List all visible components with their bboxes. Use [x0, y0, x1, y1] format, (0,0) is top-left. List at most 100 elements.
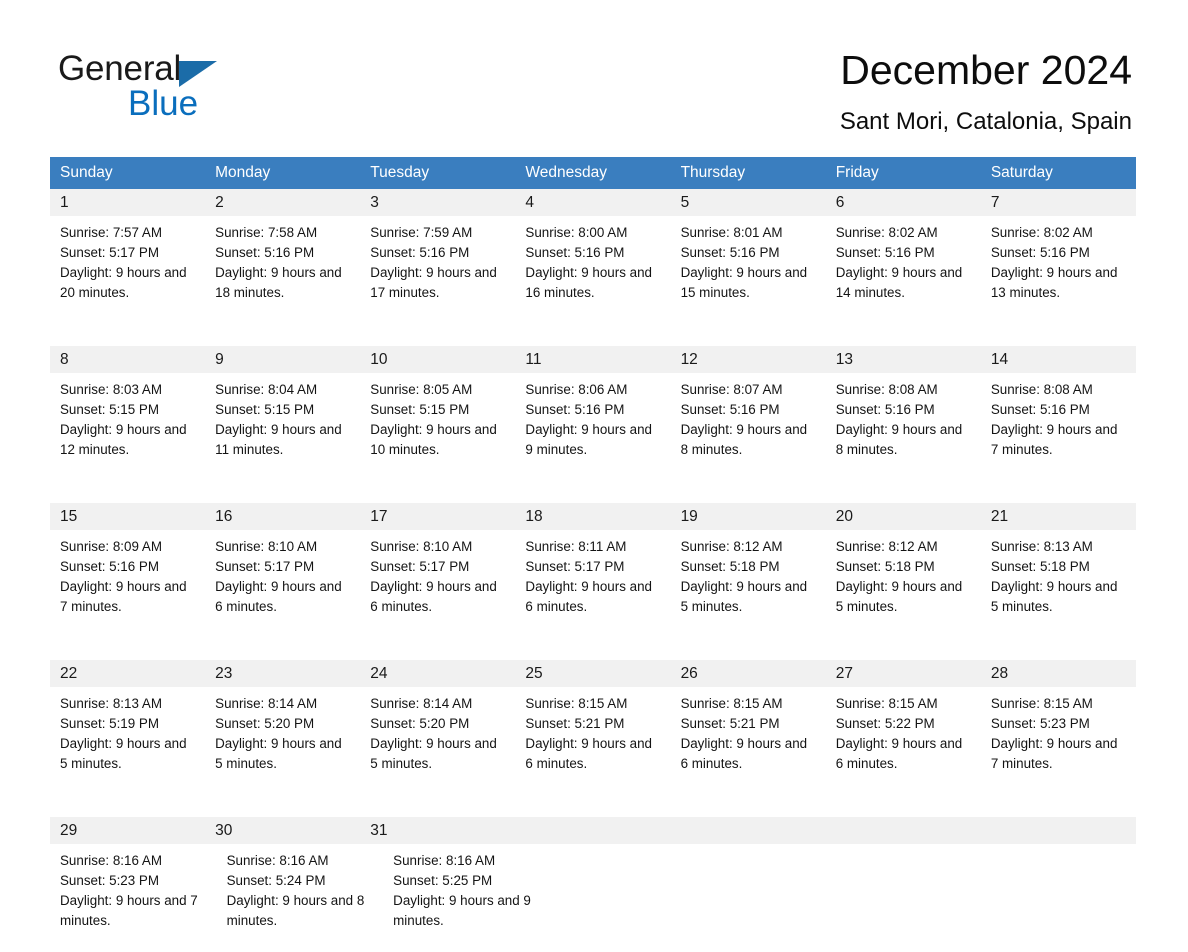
daylight-text: Daylight: 9 hours and 10 minutes. [370, 422, 497, 457]
day-number-11[interactable]: 11 [515, 346, 670, 373]
calendar-week-row: 29 30 31 Sunrise: 8:16 AM Sunset: 5:23 PM Day… [50, 817, 1136, 952]
day-number-26[interactable]: 26 [671, 660, 826, 687]
daylight-text: Daylight: 9 hours and 8 minutes. [835, 422, 963, 457]
sunrise-text: Sunrise: 8:05 AM [370, 382, 473, 397]
sunset-text: Sunset: 5:17 PM [60, 245, 159, 260]
weekday-header-wednesday: Wednesday [525, 164, 607, 181]
day-number-20[interactable]: 20 [826, 503, 981, 530]
day-cell-26[interactable]: Sunrise: 8:15 AM Sunset: 5:21 PM Daylight:… [671, 687, 826, 795]
day-number-empty [515, 817, 670, 844]
day-number-22[interactable]: 22 [50, 660, 205, 687]
day-cell-10[interactable]: Sunrise: 8:05 AM Sunset: 5:15 PM Daylight:… [360, 373, 515, 481]
calendar-table: Sunday Monday Tuesday Wednesday Thursday Frid… [50, 157, 1136, 952]
sunrise-text: Sunrise: 8:16 AM [226, 853, 329, 868]
day-cell-20[interactable]: Sunrise: 8:12 AM Sunset: 5:18 PM Daylight:… [826, 530, 981, 638]
day-number-12[interactable]: 12 [671, 346, 826, 373]
sunrise-text: Sunrise: 8:10 AM [370, 539, 473, 554]
sunset-text: Sunset: 5:25 PM [393, 873, 493, 888]
generalblue-logo[interactable]: General Blue [58, 50, 358, 130]
daylight-text: Daylight: 9 hours and 14 minutes. [835, 265, 963, 300]
day-cell-19[interactable]: Sunrise: 8:12 AM Sunset: 5:18 PM Daylight:… [671, 530, 826, 638]
day-cell-16[interactable]: Sunrise: 8:10 AM Sunset: 5:17 PM Daylight:… [205, 530, 360, 638]
daylight-text: Daylight: 9 hours and 7 minutes. [990, 736, 1118, 771]
sunrise-text: Sunrise: 8:03 AM [60, 382, 162, 397]
day-number-23[interactable]: 23 [205, 660, 360, 687]
day-number-25[interactable]: 25 [515, 660, 670, 687]
day-number-16[interactable]: 16 [205, 503, 360, 530]
sunset-text: Sunset: 5:24 PM [226, 873, 326, 888]
day-cell-15[interactable]: Sunrise: 8:09 AM Sunset: 5:16 PM Daylight:… [50, 530, 205, 638]
daylight-text: Daylight: 9 hours and 6 minutes. [835, 736, 963, 771]
day-number-8[interactable]: 8 [50, 346, 205, 373]
day-cell-3[interactable]: Sunrise: 7:59 AM Sunset: 5:16 PM Daylight:… [360, 216, 515, 324]
day-cell-29[interactable]: Sunrise: 8:16 AM Sunset: 5:23 PM Daylight:… [50, 844, 217, 952]
sunrise-text: Sunrise: 8:11 AM [525, 539, 627, 554]
daylight-text: Daylight: 9 hours and 5 minutes. [680, 579, 808, 614]
sunrise-text: Sunrise: 8:14 AM [370, 696, 473, 711]
sunset-text: Sunset: 5:21 PM [525, 716, 625, 731]
day-number-5[interactable]: 5 [671, 189, 826, 216]
day-cell-24[interactable]: Sunrise: 8:14 AM Sunset: 5:20 PM Daylight:… [360, 687, 515, 795]
day-number-28[interactable]: 28 [981, 660, 1136, 687]
day-cell-2[interactable]: Sunrise: 7:58 AM Sunset: 5:16 PM Daylight:… [205, 216, 360, 324]
day-number-19[interactable]: 19 [671, 503, 826, 530]
day-cell-31[interactable]: Sunrise: 8:16 AM Sunset: 5:25 PM Daylight:… [383, 844, 550, 952]
day-cell-17[interactable]: Sunrise: 8:10 AM Sunset: 5:17 PM Daylight:… [360, 530, 515, 638]
day-cell-21[interactable]: Sunrise: 8:13 AM Sunset: 5:18 PM Daylight:… [981, 530, 1136, 638]
day-number-17[interactable]: 17 [360, 503, 515, 530]
day-info-row: Sunrise: 8:09 AM Sunset: 5:16 PM Daylight:… [50, 530, 1136, 638]
daylight-text: Daylight: 9 hours and 7 minutes. [60, 893, 198, 928]
day-cell-8[interactable]: Sunrise: 8:03 AM Sunset: 5:15 PM Daylight:… [50, 373, 205, 481]
day-number-3[interactable]: 3 [360, 189, 515, 216]
day-number-2[interactable]: 2 [205, 189, 360, 216]
calendar-week-row: 8 9 10 11 12 13 14 Sunrise: 8:03 AM Sunset: 5:15… [50, 346, 1136, 481]
daylight-text: Daylight: 9 hours and 13 minutes. [990, 265, 1118, 300]
day-number-1[interactable]: 1 [50, 189, 205, 216]
day-number-21[interactable]: 21 [981, 503, 1136, 530]
day-cell-7[interactable]: Sunrise: 8:02 AM Sunset: 5:16 PM Daylight:… [981, 216, 1136, 324]
day-number-18[interactable]: 18 [515, 503, 670, 530]
day-cell-14[interactable]: Sunrise: 8:08 AM Sunset: 5:16 PM Daylight:… [981, 373, 1136, 481]
day-cell-30[interactable]: Sunrise: 8:16 AM Sunset: 5:24 PM Daylight:… [217, 844, 384, 952]
day-cell-13[interactable]: Sunrise: 8:08 AM Sunset: 5:16 PM Daylight:… [826, 373, 981, 481]
sunset-text: Sunset: 5:16 PM [835, 245, 935, 260]
daylight-text: Daylight: 9 hours and 16 minutes. [525, 265, 652, 300]
calendar-week-row: 22 23 24 25 26 27 28 Sunrise: 8:13 AM Sunset: 5:… [50, 660, 1136, 795]
day-cell-12[interactable]: Sunrise: 8:07 AM Sunset: 5:16 PM Daylight:… [671, 373, 826, 481]
day-number-29[interactable]: 29 [50, 817, 205, 844]
day-number-15[interactable]: 15 [50, 503, 205, 530]
sunrise-text: Sunrise: 7:57 AM [60, 225, 162, 240]
day-number-10[interactable]: 10 [360, 346, 515, 373]
day-number-4[interactable]: 4 [515, 189, 670, 216]
day-cell-6[interactable]: Sunrise: 8:02 AM Sunset: 5:16 PM Daylight:… [826, 216, 981, 324]
daylight-text: Daylight: 9 hours and 5 minutes. [370, 736, 497, 771]
sunset-text: Sunset: 5:20 PM [370, 716, 470, 731]
day-number-7[interactable]: 7 [981, 189, 1136, 216]
day-cell-28[interactable]: Sunrise: 8:15 AM Sunset: 5:23 PM Daylight:… [981, 687, 1136, 795]
day-number-14[interactable]: 14 [981, 346, 1136, 373]
sunset-text: Sunset: 5:16 PM [680, 402, 780, 417]
day-number-9[interactable]: 9 [205, 346, 360, 373]
day-number-31[interactable]: 31 [360, 817, 515, 844]
day-cell-18[interactable]: Sunrise: 8:11 AM Sunset: 5:17 PM Daylight:… [515, 530, 670, 638]
day-info-row: Sunrise: 7:57 AM Sunset: 5:17 PM Daylight:… [50, 216, 1136, 324]
day-cell-23[interactable]: Sunrise: 8:14 AM Sunset: 5:20 PM Daylight:… [205, 687, 360, 795]
day-number-6[interactable]: 6 [826, 189, 981, 216]
day-cell-25[interactable]: Sunrise: 8:15 AM Sunset: 5:21 PM Daylight:… [515, 687, 670, 795]
day-cell-5[interactable]: Sunrise: 8:01 AM Sunset: 5:16 PM Daylight:… [671, 216, 826, 324]
sunset-text: Sunset: 5:17 PM [525, 559, 625, 574]
day-cell-4[interactable]: Sunrise: 8:00 AM Sunset: 5:16 PM Daylight:… [515, 216, 670, 324]
day-cell-27[interactable]: Sunrise: 8:15 AM Sunset: 5:22 PM Daylight:… [826, 687, 981, 795]
day-cell-1[interactable]: Sunrise: 7:57 AM Sunset: 5:17 PM Daylight:… [50, 216, 205, 324]
day-number-30[interactable]: 30 [205, 817, 360, 844]
sunset-text: Sunset: 5:19 PM [60, 716, 159, 731]
day-number-27[interactable]: 27 [826, 660, 981, 687]
day-cell-22[interactable]: Sunrise: 8:13 AM Sunset: 5:19 PM Daylight:… [50, 687, 205, 795]
day-info-row: Sunrise: 8:16 AM Sunset: 5:23 PM Daylight:… [50, 844, 1136, 952]
day-number-13[interactable]: 13 [826, 346, 981, 373]
day-cell-11[interactable]: Sunrise: 8:06 AM Sunset: 5:16 PM Daylight:… [515, 373, 670, 481]
sunset-text: Sunset: 5:22 PM [835, 716, 935, 731]
day-number-24[interactable]: 24 [360, 660, 515, 687]
daylight-text: Daylight: 9 hours and 6 minutes. [680, 736, 808, 771]
day-cell-9[interactable]: Sunrise: 8:04 AM Sunset: 5:15 PM Daylight:… [205, 373, 360, 481]
